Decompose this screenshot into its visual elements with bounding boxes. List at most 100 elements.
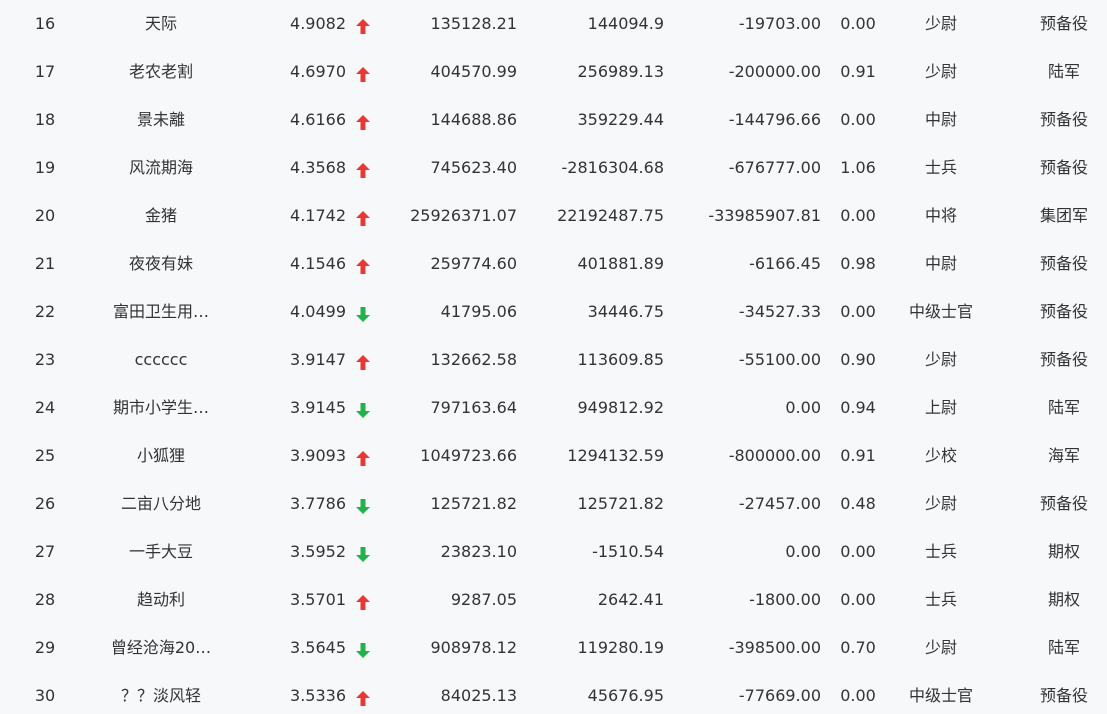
nickname-cell: 富田卫生用… <box>112 302 209 321</box>
value1-cell: 135128.21 <box>430 14 517 33</box>
military-rank-cell: 中将 <box>924 206 957 225</box>
table-row[interactable]: 28 趋动利 3.5701 9287.05 2642.41 -1800.00 0.00 士兵 期… <box>0 576 1107 624</box>
score-cell: 4.9082 <box>290 14 346 33</box>
rank-cell: 22 <box>34 302 56 321</box>
military-rank-cell: 士兵 <box>924 542 957 561</box>
nickname-cell: 风流期海 <box>128 158 193 177</box>
score-cell: 4.6970 <box>290 62 346 81</box>
ratio-cell: 0.00 <box>840 14 876 33</box>
score-cell: 3.5645 <box>290 638 346 657</box>
ratio-cell: 1.06 <box>840 158 876 177</box>
value1-cell: 132662.58 <box>430 350 517 369</box>
corps-cell: 期权 <box>1047 542 1080 561</box>
rank-cell: 23 <box>34 350 56 369</box>
value1-cell: 404570.99 <box>430 62 517 81</box>
score-cell: 4.1742 <box>290 206 346 225</box>
arrow-up-icon <box>356 19 370 34</box>
ratio-cell: 0.00 <box>840 110 876 129</box>
trend-cell <box>352 336 374 384</box>
trend-cell <box>352 48 374 96</box>
value2-cell: 119280.19 <box>577 638 664 657</box>
value3-cell: -800000.00 <box>728 446 821 465</box>
corps-cell: 预备役 <box>1039 302 1088 321</box>
value2-cell: 359229.44 <box>577 110 664 129</box>
corps-cell: 陆军 <box>1047 62 1080 81</box>
table-row[interactable]: 22 富田卫生用… 4.0499 41795.06 34446.75 -34527.33 0… <box>0 288 1107 336</box>
value1-cell: 23823.10 <box>440 542 517 561</box>
table-row[interactable]: 18 景未離 4.6166 144688.86 359229.44 -144796.66 0… <box>0 96 1107 144</box>
rank-cell: 21 <box>34 254 56 273</box>
corps-cell: 预备役 <box>1039 254 1088 273</box>
score-cell: 3.5701 <box>290 590 346 609</box>
value1-cell: 41795.06 <box>440 302 517 321</box>
value3-cell: -398500.00 <box>728 638 821 657</box>
trend-cell <box>352 96 374 144</box>
arrow-down-icon <box>356 547 370 562</box>
ratio-cell: 0.91 <box>840 446 876 465</box>
arrow-down-icon <box>356 403 370 418</box>
table-row[interactable]: 29 曾经沧海20… 3.5645 908978.12 119280.19 -398500… <box>0 624 1107 672</box>
value3-cell: -27457.00 <box>738 494 821 513</box>
value2-cell: 1294132.59 <box>567 446 664 465</box>
leaderboard-table: 16 天际 4.9082 135128.21 144094.9 -19703.00 0.00… <box>0 0 1107 714</box>
ratio-cell: 0.00 <box>840 302 876 321</box>
value3-cell: -1800.00 <box>749 590 821 609</box>
table-row[interactable]: 16 天际 4.9082 135128.21 144094.9 -19703.00 0.00… <box>0 0 1107 48</box>
table-row[interactable]: 26 二亩八分地 3.7786 125721.82 125721.82 -27457.00… <box>0 480 1107 528</box>
ratio-cell: 0.00 <box>840 686 876 705</box>
nickname-cell: 小狐狸 <box>136 446 185 465</box>
arrow-up-icon <box>356 67 370 82</box>
ratio-cell: 0.00 <box>840 542 876 561</box>
value2-cell: 949812.92 <box>577 398 664 417</box>
value2-cell: 125721.82 <box>577 494 664 513</box>
trend-cell <box>352 576 374 624</box>
value3-cell: -676777.00 <box>728 158 821 177</box>
score-cell: 3.9145 <box>290 398 346 417</box>
table-row[interactable]: 25 小狐狸 3.9093 1049723.66 1294132.59 -800000.0… <box>0 432 1107 480</box>
trend-cell <box>352 672 374 714</box>
value2-cell: 45676.95 <box>587 686 664 705</box>
corps-cell: 海军 <box>1047 446 1080 465</box>
value2-cell: 22192487.75 <box>557 206 664 225</box>
corps-cell: 预备役 <box>1039 110 1088 129</box>
table-row[interactable]: 27 一手大豆 3.5952 23823.10 -1510.54 0.00 0.00 士兵 期权 <box>0 528 1107 576</box>
nickname-cell: 天际 <box>144 14 177 33</box>
score-cell: 4.0499 <box>290 302 346 321</box>
military-rank-cell: 上尉 <box>924 398 957 417</box>
table-row[interactable]: 19 风流期海 4.3568 745623.40 -2816304.68 -676777.… <box>0 144 1107 192</box>
value1-cell: 125721.82 <box>430 494 517 513</box>
value3-cell: -34527.33 <box>738 302 821 321</box>
rank-cell: 24 <box>34 398 56 417</box>
arrow-down-icon <box>356 499 370 514</box>
ratio-cell: 0.94 <box>840 398 876 417</box>
table-row[interactable]: 30 ？？淡风轻 3.5336 84025.13 45676.95 -77669.00 0.… <box>0 672 1107 714</box>
value2-cell: 2642.41 <box>597 590 664 609</box>
score-cell: 4.3568 <box>290 158 346 177</box>
table-row[interactable]: 24 期市小学生… 3.9145 797163.64 949812.92 0.00 0.94… <box>0 384 1107 432</box>
arrow-up-icon <box>356 691 370 706</box>
value3-cell: -55100.00 <box>738 350 821 369</box>
arrow-down-icon <box>356 643 370 658</box>
nickname-cell: 金猪 <box>144 206 177 225</box>
corps-cell: 期权 <box>1047 590 1080 609</box>
arrow-up-icon <box>356 355 370 370</box>
rank-cell: 16 <box>34 14 56 33</box>
arrow-up-icon <box>356 259 370 274</box>
military-rank-cell: 士兵 <box>924 590 957 609</box>
military-rank-cell: 少尉 <box>924 494 957 513</box>
value3-cell: -144796.66 <box>728 110 821 129</box>
table-row[interactable]: 20 金猪 4.1742 25926371.07 22192487.75 -3398590… <box>0 192 1107 240</box>
nickname-cell: 一手大豆 <box>128 542 193 561</box>
table-row[interactable]: 23 cccccc 3.9147 132662.58 113609.85 -55100.0… <box>0 336 1107 384</box>
corps-cell: 预备役 <box>1039 14 1088 33</box>
value1-cell: 9287.05 <box>450 590 517 609</box>
military-rank-cell: 少尉 <box>924 62 957 81</box>
arrow-up-icon <box>356 211 370 226</box>
trend-cell <box>352 480 374 528</box>
table-row[interactable]: 17 老农老割 4.6970 404570.99 256989.13 -200000.00… <box>0 48 1107 96</box>
military-rank-cell: 中级士官 <box>908 686 973 705</box>
nickname-cell: 曾经沧海20… <box>110 638 212 657</box>
value2-cell: 401881.89 <box>577 254 664 273</box>
value1-cell: 25926371.07 <box>410 206 517 225</box>
table-row[interactable]: 21 夜夜有妹 4.1546 259774.60 401881.89 -6166.45 0.… <box>0 240 1107 288</box>
